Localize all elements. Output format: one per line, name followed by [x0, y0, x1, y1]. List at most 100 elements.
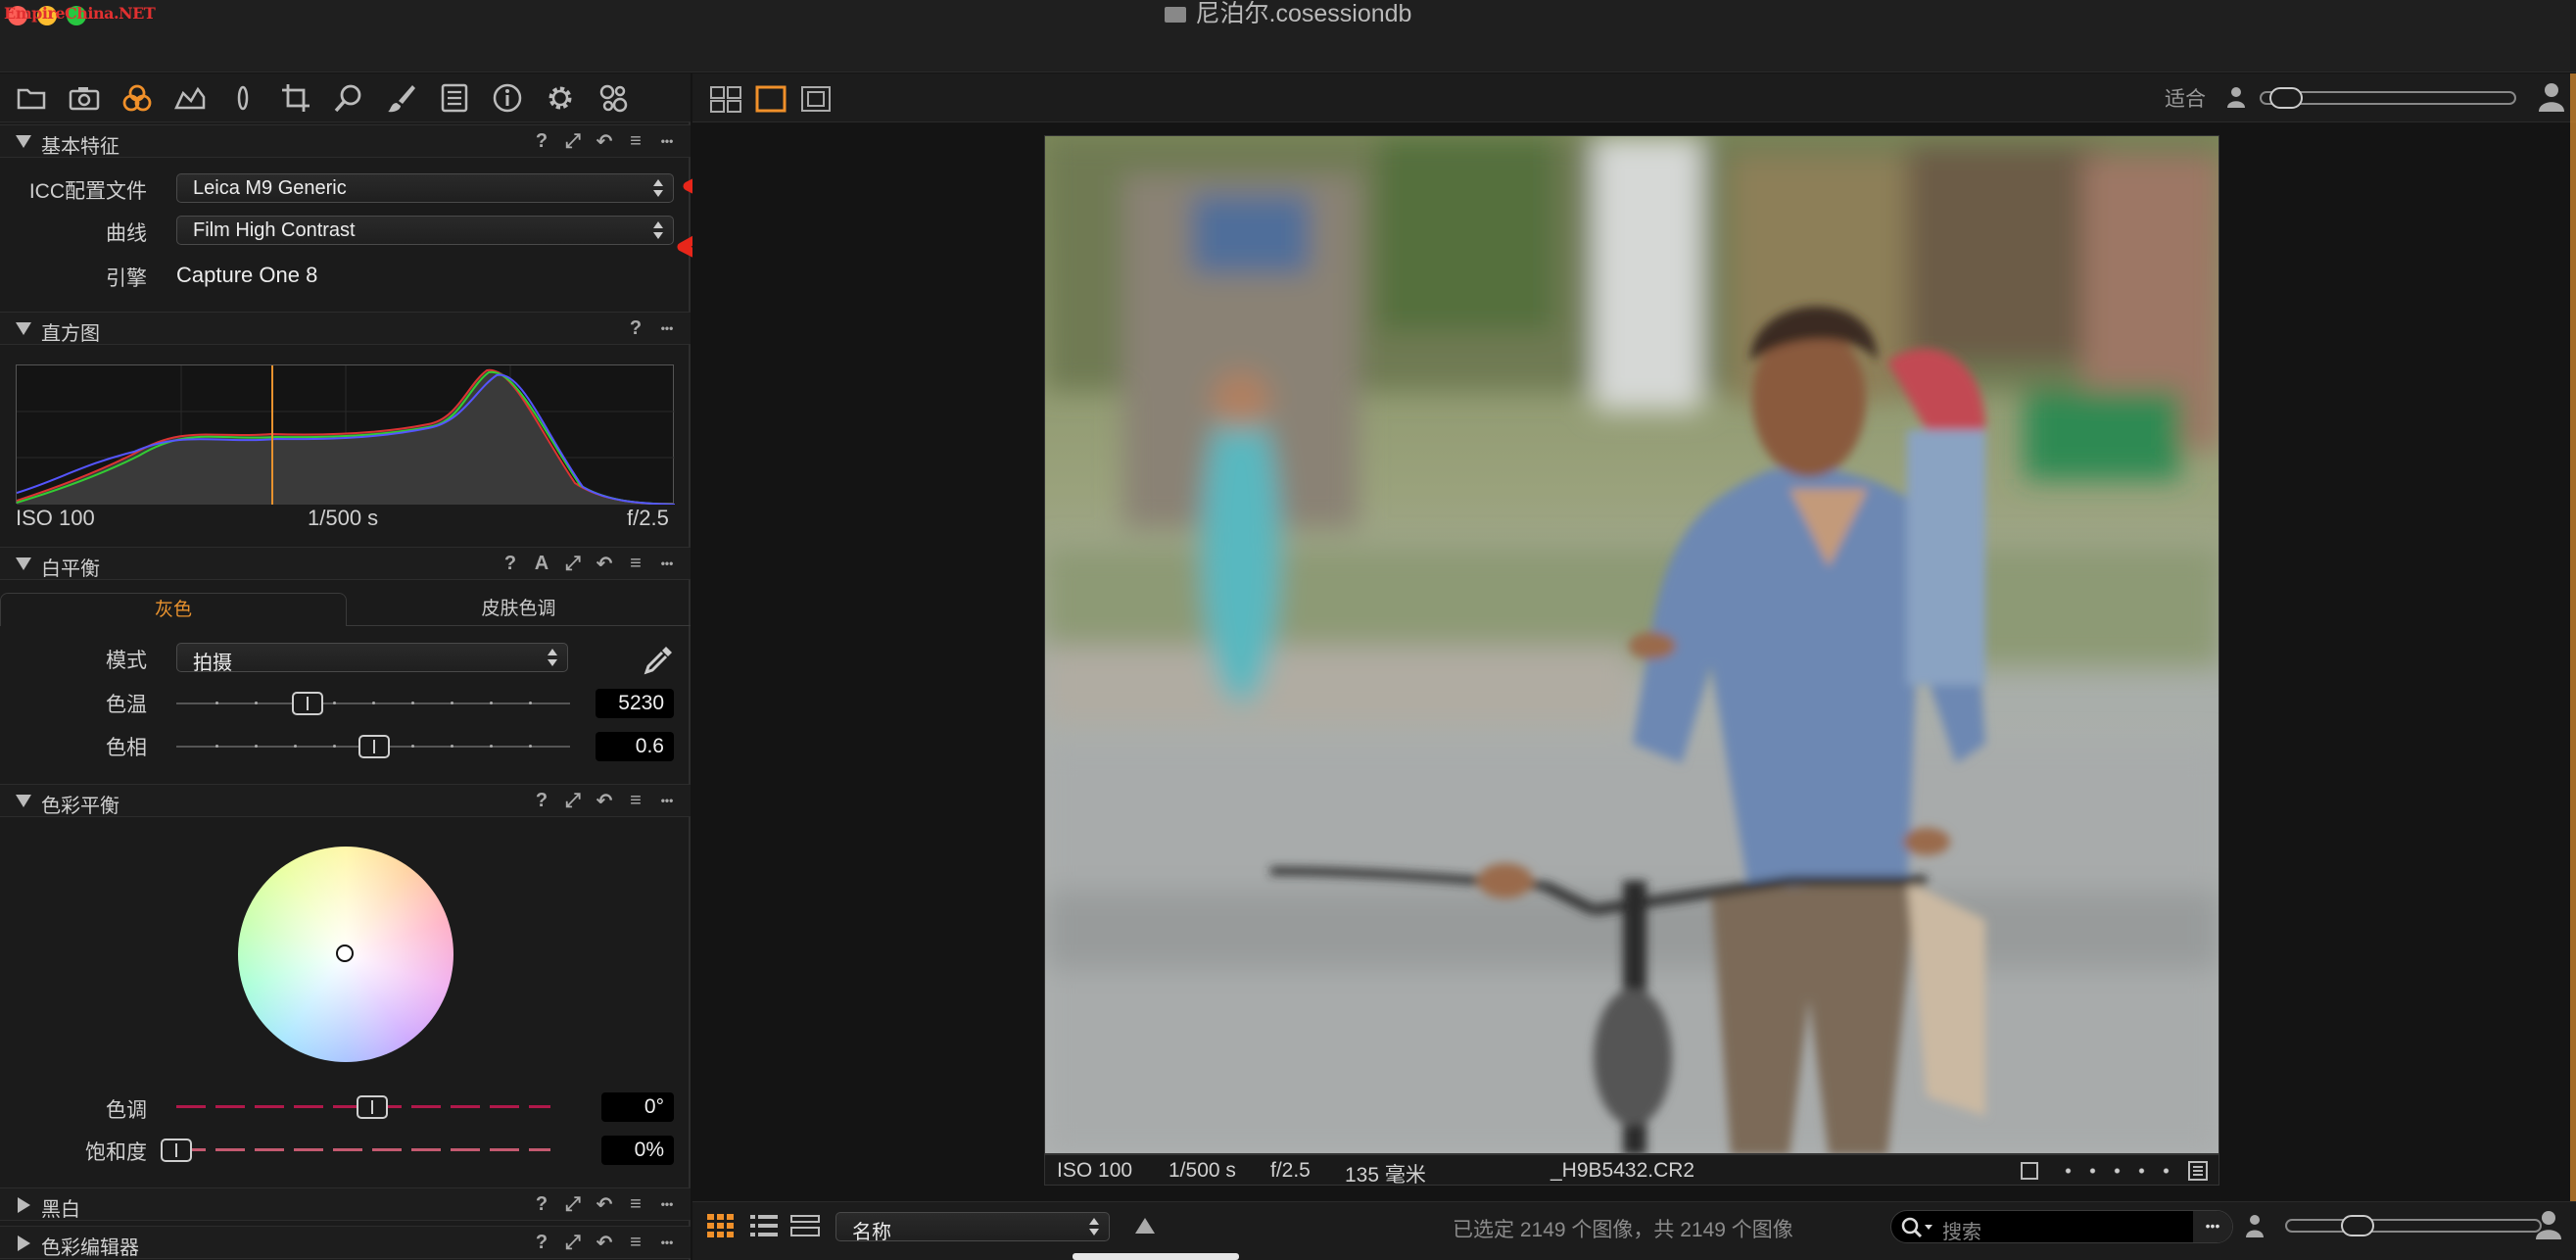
more-icon[interactable]: ••• — [657, 129, 677, 153]
expand-icon[interactable]: ⤢ — [563, 789, 583, 812]
menu-icon[interactable]: ≡ — [626, 1231, 645, 1254]
saturation-slider[interactable] — [176, 1148, 550, 1151]
more-icon[interactable]: ••• — [657, 789, 677, 812]
menu-icon[interactable]: ≡ — [626, 129, 645, 153]
person-small-icon — [2243, 1213, 2266, 1238]
reset-icon[interactable]: ↶ — [595, 789, 614, 812]
more-icon[interactable]: ••• — [657, 316, 677, 340]
folder-icon[interactable] — [12, 80, 51, 116]
tint-value[interactable]: 0.6 — [596, 732, 674, 761]
crop-icon[interactable] — [276, 80, 315, 116]
wb-mode-select[interactable]: 拍摄 — [176, 643, 568, 674]
tab-skin-tone[interactable]: 皮肤色调 — [347, 593, 691, 626]
window-title: 尼泊尔.cosessiondb — [0, 0, 2576, 27]
expand-triangle-icon[interactable] — [18, 1197, 30, 1213]
camera-icon[interactable] — [65, 80, 104, 116]
expand-icon[interactable]: ⤢ — [563, 129, 583, 153]
reset-icon[interactable]: ↶ — [595, 129, 614, 153]
search-placeholder: 搜索 — [1942, 1222, 1981, 1243]
collapse-triangle-icon[interactable] — [16, 795, 31, 807]
document-icon — [1164, 7, 1186, 24]
menu-icon[interactable]: ≡ — [626, 1192, 645, 1216]
more-icon[interactable]: ••• — [657, 1231, 677, 1254]
auto-icon[interactable]: A — [532, 552, 551, 575]
hue-slider-knob[interactable] — [357, 1095, 388, 1119]
sort-select[interactable]: 名称 — [835, 1212, 1110, 1243]
help-icon[interactable]: ? — [501, 552, 520, 575]
help-icon[interactable]: ? — [532, 1192, 551, 1216]
list-icon[interactable] — [435, 80, 474, 116]
search-icon[interactable] — [1899, 1215, 1934, 1240]
exposure-icon[interactable] — [170, 80, 210, 116]
black-white-header[interactable]: 黑白 ? ⤢ ↶ ≡ ••• — [0, 1187, 691, 1221]
thumbnail-size-knob[interactable] — [2341, 1215, 2374, 1236]
expand-icon[interactable]: ⤢ — [563, 1231, 583, 1254]
help-icon[interactable]: ? — [532, 129, 551, 153]
reset-icon[interactable]: ↶ — [595, 1192, 614, 1216]
menu-icon[interactable]: ≡ — [626, 789, 645, 812]
filmstrip-view-icon[interactable] — [790, 1212, 820, 1239]
search-options-button[interactable]: ••• — [2193, 1211, 2232, 1242]
grid-view-icon[interactable] — [710, 85, 741, 113]
temperature-slider-knob[interactable] — [292, 692, 323, 715]
menu-icon[interactable]: ≡ — [626, 552, 645, 575]
photo-caption-bar: ISO 100 1/500 s f/2.5 135 毫米 _H9B5432.CR… — [1044, 1154, 2219, 1187]
select-checkbox[interactable] — [2021, 1162, 2038, 1180]
collapse-triangle-icon[interactable] — [16, 322, 31, 335]
saturation-value[interactable]: 0% — [601, 1136, 674, 1165]
reset-icon[interactable]: ↶ — [595, 552, 614, 575]
search-icon[interactable] — [329, 80, 368, 116]
color-editor-header[interactable]: 色彩编辑器 ? ⤢ ↶ ≡ ••• — [0, 1226, 691, 1259]
single-view-icon[interactable] — [755, 85, 787, 113]
color-icon[interactable] — [118, 80, 157, 116]
select-arrows-icon — [653, 178, 663, 198]
expand-icon[interactable]: ⤢ — [563, 1192, 583, 1216]
collapse-triangle-icon[interactable] — [16, 135, 31, 148]
expand-triangle-icon[interactable] — [18, 1236, 30, 1251]
thumbnail-grid-icon[interactable] — [706, 1212, 736, 1239]
compare-view-icon[interactable] — [800, 85, 832, 113]
curve-select[interactable]: Film High Contrast — [176, 216, 674, 245]
more-icon[interactable]: ••• — [657, 552, 677, 575]
help-icon[interactable]: ? — [532, 789, 551, 812]
engine-value: Capture One 8 — [176, 263, 318, 287]
search-field[interactable]: 搜索 ••• — [1890, 1210, 2233, 1243]
brush-icon[interactable] — [382, 80, 421, 116]
help-icon[interactable]: ? — [626, 316, 645, 340]
thumbnail-size-slider[interactable] — [2285, 1219, 2542, 1233]
eyedropper-icon[interactable] — [641, 643, 676, 678]
tab-gray[interactable]: 灰色 — [0, 593, 347, 626]
tint-slider-knob[interactable] — [358, 735, 390, 758]
color-wheel-handle[interactable] — [336, 945, 354, 962]
basic-characteristics-header[interactable]: 基本特征 ? ⤢ ↶ ≡ ••• — [0, 124, 691, 158]
collapse-triangle-icon[interactable] — [16, 557, 31, 570]
list-view-icon[interactable] — [749, 1212, 779, 1239]
reset-icon[interactable]: ↶ — [595, 1231, 614, 1254]
more-icon[interactable]: ••• — [657, 1192, 677, 1216]
tool-tabs — [0, 73, 691, 122]
zoom-slider-knob[interactable] — [2269, 87, 2303, 109]
caption-info-icon[interactable] — [2187, 1160, 2209, 1182]
help-icon[interactable]: ? — [532, 1231, 551, 1254]
histogram-header[interactable]: 直方图 ? ••• — [0, 312, 691, 345]
preset-icon[interactable] — [594, 80, 633, 116]
hue-value[interactable]: 0° — [601, 1092, 674, 1122]
saturation-slider-knob[interactable] — [161, 1139, 192, 1162]
white-balance-header[interactable]: 白平衡 ? A ⤢ ↶ ≡ ••• — [0, 547, 691, 580]
expand-icon[interactable]: ⤢ — [563, 552, 583, 575]
fit-label[interactable]: 适合 — [2165, 83, 2206, 113]
temperature-value[interactable]: 5230 — [596, 689, 674, 718]
main-photo[interactable] — [1044, 135, 2219, 1154]
right-edge-accent — [2570, 73, 2576, 1201]
engine-label: 引擎 — [106, 267, 147, 290]
histogram-curves — [16, 365, 676, 506]
white-balance-tabs: 灰色 皮肤色调 — [0, 593, 691, 626]
gear-icon[interactable] — [541, 80, 580, 116]
rating-dots[interactable] — [2056, 1168, 2173, 1174]
lens-icon[interactable] — [223, 80, 262, 116]
info-icon[interactable] — [488, 80, 527, 116]
browser-scrollbar[interactable] — [1073, 1253, 1239, 1260]
icc-profile-select[interactable]: Leica M9 Generic — [176, 173, 674, 203]
color-balance-header[interactable]: 色彩平衡 ? ⤢ ↶ ≡ ••• — [0, 784, 691, 817]
sort-direction-icon[interactable] — [1135, 1218, 1155, 1234]
